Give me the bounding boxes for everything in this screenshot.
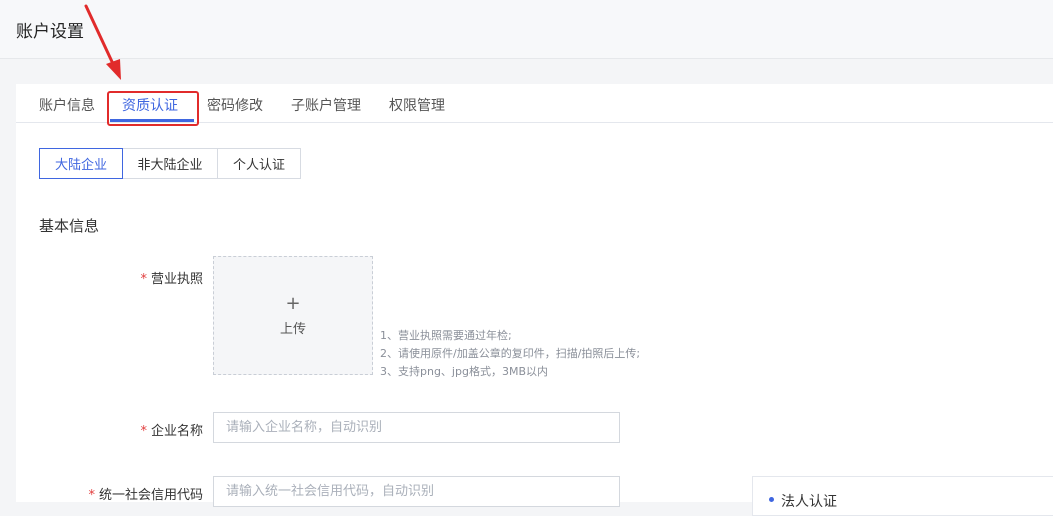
annotation-arrow-head — [106, 59, 121, 80]
credit-code-label-row: * 统一社会信用代码 — [56, 484, 203, 503]
segment-mainland-enterprise[interactable]: 大陆企业 — [39, 148, 123, 179]
license-hint-3: 3、支持png、jpg格式，3MB以内 — [380, 365, 548, 378]
tab-account-info[interactable]: 账户信息 — [39, 95, 95, 115]
license-hint-2: 2、请使用原件/加盖公章的复印件，扫描/拍照后上传; — [380, 347, 641, 360]
license-label-row: * 营业执照 — [96, 268, 203, 287]
credit-code-label: 统一社会信用代码 — [98, 488, 203, 503]
plus-icon: + — [285, 293, 301, 314]
upload-label: 上传 — [279, 322, 306, 337]
page-title: 账户设置 — [16, 22, 84, 42]
tab-sub-accounts[interactable]: 子账户管理 — [291, 95, 361, 115]
side-nav-item-legal-person[interactable]: 法人认证 — [781, 491, 837, 511]
license-hint-1: 1、营业执照需要通过年检; — [380, 329, 512, 342]
license-label: 营业执照 — [150, 272, 203, 287]
company-name-label-row: * 企业名称 — [96, 420, 203, 439]
annotation-highlight-box — [107, 91, 199, 126]
company-name-input[interactable] — [213, 412, 620, 443]
license-upload-box[interactable]: + 上传 — [213, 256, 373, 375]
tab-password[interactable]: 密码修改 — [207, 95, 263, 115]
page-header: 账户设置 — [0, 0, 1053, 59]
credit-code-input[interactable] — [213, 476, 620, 507]
segment-non-mainland-enterprise[interactable]: 非大陆企业 — [122, 148, 218, 179]
tab-bar: 账户信息 资质认证 密码修改 子账户管理 权限管理 — [16, 84, 1053, 126]
required-mark: * — [88, 488, 95, 503]
section-title: 基本信息 — [39, 217, 100, 235]
side-nav-panel: 法人认证 — [752, 476, 1053, 516]
segment-personal[interactable]: 个人认证 — [217, 148, 301, 179]
required-mark: * — [140, 424, 147, 439]
settings-card: 账户信息 资质认证 密码修改 子账户管理 权限管理 大陆企业 非大陆企业 个人认… — [16, 84, 1053, 516]
tab-permissions[interactable]: 权限管理 — [389, 95, 445, 115]
entity-type-selector: 大陆企业 非大陆企业 个人认证 — [39, 148, 301, 179]
active-dot-icon — [769, 497, 774, 502]
required-mark: * — [140, 272, 147, 287]
company-name-label: 企业名称 — [150, 424, 203, 439]
